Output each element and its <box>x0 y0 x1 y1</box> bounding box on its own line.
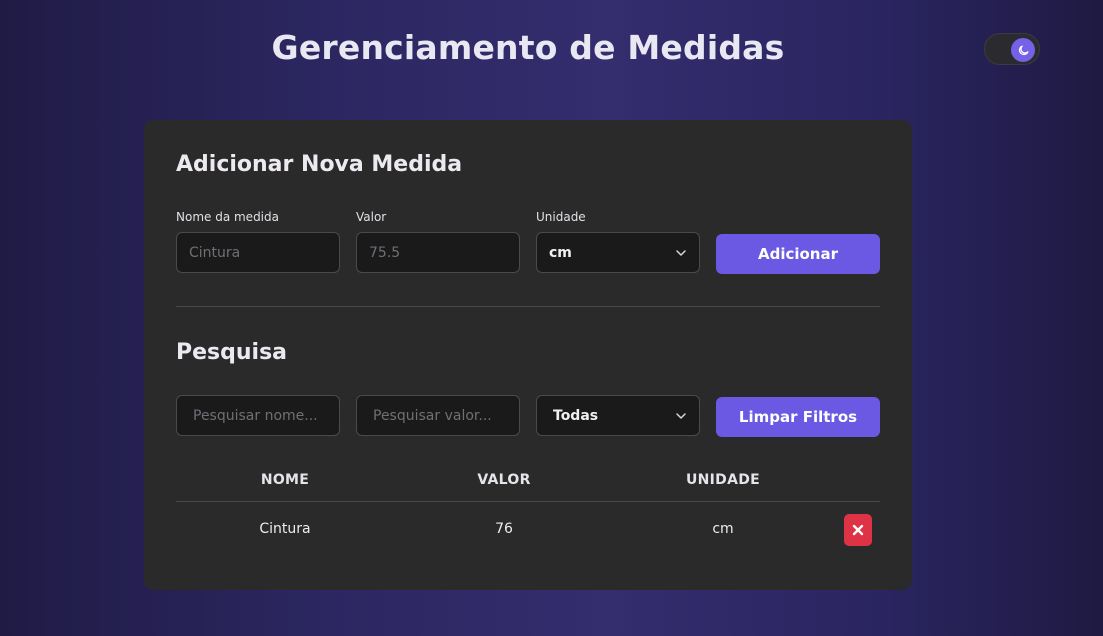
table-header-divider <box>176 501 880 502</box>
add-button[interactable]: Adicionar <box>716 234 880 274</box>
column-header-name: NOME <box>260 472 310 488</box>
add-section-title: Adicionar Nova Medida <box>176 152 463 177</box>
column-header-unit: UNIDADE <box>685 472 761 488</box>
moon-icon <box>1018 45 1028 55</box>
name-input-placeholder: Cintura <box>189 244 241 261</box>
value-input[interactable]: 75.5 <box>356 232 520 273</box>
name-label: Nome da medida <box>176 210 279 224</box>
name-input[interactable]: Cintura <box>176 232 340 273</box>
page-title: Gerenciamento de Medidas <box>271 28 785 67</box>
x-icon <box>852 524 864 536</box>
unit-select[interactable]: cm <box>536 232 700 273</box>
search-section-title: Pesquisa <box>176 340 288 365</box>
delete-button[interactable] <box>844 514 872 546</box>
theme-toggle[interactable] <box>984 33 1040 65</box>
cell-name: Cintura <box>259 521 311 537</box>
clear-filters-button[interactable]: Limpar Filtros <box>716 397 880 437</box>
column-header-value: VALOR <box>477 472 531 488</box>
unit-select-value: cm <box>549 244 572 261</box>
section-divider <box>176 306 880 307</box>
value-input-placeholder: 75.5 <box>369 244 401 261</box>
search-value-input[interactable]: Pesquisar valor... <box>356 395 520 436</box>
search-value-placeholder: Pesquisar valor... <box>373 407 492 424</box>
chevron-down-icon <box>676 412 686 419</box>
chevron-down-icon <box>676 249 686 256</box>
theme-toggle-knob <box>1011 38 1035 62</box>
measures-card: Adicionar Nova Medida Nome da medida Val… <box>144 120 912 590</box>
unit-filter-select[interactable]: Todas <box>536 395 700 436</box>
value-label: Valor <box>356 210 387 224</box>
search-name-placeholder: Pesquisar nome... <box>193 407 318 424</box>
unit-filter-value: Todas <box>553 407 599 424</box>
cell-unit: cm <box>712 521 734 537</box>
search-name-input[interactable]: Pesquisar nome... <box>176 395 340 436</box>
cell-value: 76 <box>495 521 513 537</box>
unit-label: Unidade <box>536 210 586 224</box>
